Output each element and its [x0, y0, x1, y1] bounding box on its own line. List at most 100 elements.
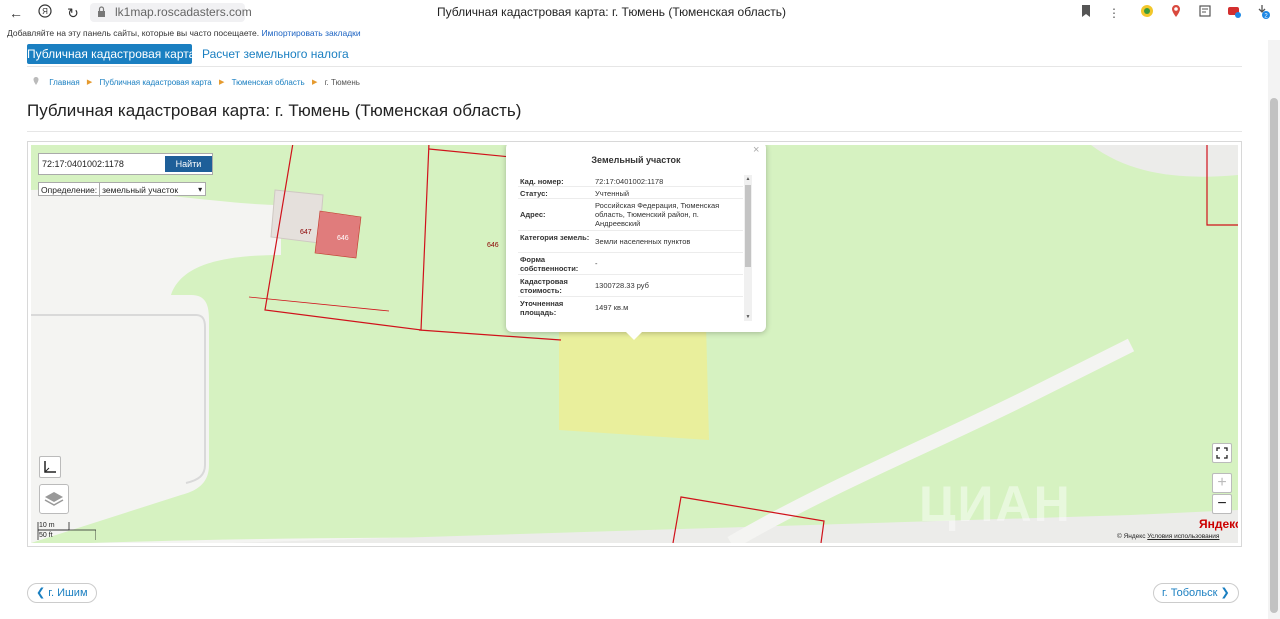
next-city-button[interactable]: г. Тобольск ❯ [1153, 583, 1239, 603]
detail-row: Статус: Учтенный [518, 187, 743, 199]
reload-icon[interactable]: ↻ [64, 4, 82, 22]
search-button[interactable]: Найти [165, 156, 212, 172]
detail-row: Уточненная площадь: 1497 кв.м [518, 297, 743, 319]
bookmarks-bar: Добавляйте на эту панель сайты, которые … [0, 26, 1280, 40]
map-container: ЦИАН 647 646 646 Найти Определение:земел… [27, 141, 1242, 547]
divider [27, 66, 1242, 67]
page-title: Публичная кадастровая карта: г. Тюмень (… [27, 101, 522, 120]
zoom-in-button[interactable]: + [1212, 473, 1232, 493]
layers-icon [44, 492, 64, 506]
breadcrumb-region[interactable]: Тюменская область [232, 77, 305, 89]
url-text[interactable]: lk1map.roscadasters.com [115, 5, 252, 19]
prev-city-button[interactable]: ❮ г. Ишим [27, 583, 97, 603]
detail-value: Учтенный [595, 189, 630, 198]
extension-smile-icon[interactable] [1138, 4, 1156, 22]
cian-watermark: ЦИАН [919, 476, 1072, 532]
definition-select[interactable]: земельный участок ▾ [99, 183, 205, 197]
lock-icon [98, 6, 105, 17]
menu-dots-icon[interactable]: ⋮ [1105, 4, 1123, 22]
fullscreen-button[interactable] [1212, 443, 1232, 463]
cadastral-search-bar: Найти [38, 153, 213, 175]
zoom-out-button[interactable]: − [1212, 494, 1232, 514]
detail-value: 1300728.33 руб [595, 281, 649, 290]
fullscreen-icon [1216, 447, 1228, 459]
back-arrow-icon[interactable]: ← [7, 4, 25, 22]
chevron-right-icon: ❯ [1220, 587, 1230, 599]
extension-pin-icon[interactable] [1167, 4, 1185, 22]
detail-row: Адрес: Российская Федерация, Тюменская о… [518, 199, 743, 231]
yandex-logo[interactable]: Яндекс [1199, 517, 1238, 531]
map-scale: 10 m 50 ft [36, 522, 96, 540]
detail-row: Кад. номер: 72:17:0401002:1178 [518, 175, 743, 187]
tab-land-tax[interactable]: Расчет земельного налога [202, 44, 349, 64]
breadcrumb-arrow-icon: ▶ [311, 79, 318, 86]
breadcrumb-arrow-icon: ▶ [218, 79, 225, 86]
detail-key: Кадастровая стоимость: [520, 277, 568, 295]
popup-title: Земельный участок [591, 155, 681, 165]
scroll-down-icon[interactable]: ▼ [744, 314, 752, 320]
breadcrumb-cadastral-map[interactable]: Публичная кадастровая карта [100, 77, 212, 89]
detail-value: 72:17:0401002:1178 [595, 177, 664, 186]
terms-link[interactable]: Условия использования [1147, 533, 1219, 540]
cadastral-map[interactable]: ЦИАН 647 646 646 Найти Определение:земел… [31, 145, 1238, 543]
breadcrumb-arrow-icon: ▶ [86, 79, 93, 86]
downloads-icon[interactable]: 2 [1254, 4, 1272, 22]
popup-scroll-thumb[interactable] [745, 185, 751, 267]
detail-value: Российская Федерация, Тюменская область,… [595, 201, 720, 228]
next-city-label: г. Тобольск [1162, 587, 1218, 599]
detail-key: Категория земель: [520, 233, 590, 242]
bookmark-icon[interactable] [1077, 4, 1095, 22]
tab-title: Публичная кадастровая карта: г. Тюмень (… [437, 5, 786, 19]
popup-tail [625, 331, 643, 340]
prev-city-label: г. Ишим [48, 587, 88, 599]
definition-label: Определение: [41, 185, 98, 195]
detail-value: Земли населенных пунктов [595, 237, 691, 246]
import-bookmarks-link[interactable]: Импортировать закладки [262, 28, 361, 38]
tab-cadastral-map[interactable]: Публичная кадастровая карта [27, 44, 195, 64]
parcel-border [248, 296, 390, 312]
breadcrumb-current: г. Тюмень [324, 78, 360, 87]
yandex-browser-icon[interactable]: Я [36, 4, 54, 22]
definition-row: Определение: земельный участок ▾ [38, 182, 207, 197]
cadastral-number-input[interactable] [42, 156, 164, 172]
detail-key: Адрес: [520, 210, 546, 219]
selected-parcel[interactable] [559, 323, 709, 440]
breadcrumb: Главная ▶ Публичная кадастровая карта ▶ … [33, 77, 360, 89]
location-pin-icon [33, 77, 39, 86]
parcel-info-popup: × Земельный участок Кад. номер: 72:17:04… [506, 145, 766, 340]
popup-scrollbar[interactable]: ▲ ▼ [744, 175, 752, 321]
detail-value: - [595, 259, 598, 268]
yandex-copyright: © Яндекс Условия использования [1117, 533, 1219, 540]
road-area [1091, 145, 1238, 177]
chevron-left-icon: ❮ [36, 587, 46, 599]
popup-details: Кад. номер: 72:17:0401002:1178 Статус: У… [518, 175, 743, 321]
chevron-down-icon: ▾ [198, 185, 203, 194]
scale-meters: 10 m [39, 522, 55, 529]
parcel-label: 646 [337, 235, 349, 242]
parcel-label: 647 [300, 229, 312, 236]
yandex-copy-text: © Яндекс [1117, 533, 1146, 540]
layers-button[interactable] [39, 484, 69, 514]
extension-red-icon[interactable] [1225, 4, 1243, 22]
breadcrumb-home[interactable]: Главная [49, 77, 79, 89]
detail-key: Кад. номер: [520, 177, 564, 186]
building[interactable] [270, 189, 324, 244]
detail-value: 1497 кв.м [595, 303, 629, 312]
scale-feet: 50 ft [39, 532, 53, 539]
detail-row: Кадастровая стоимость: 1300728.33 руб [518, 275, 743, 297]
svg-text:Я: Я [42, 7, 48, 16]
definition-value: земельный участок [102, 185, 179, 195]
detail-row: Форма собственности: - [518, 253, 743, 275]
browser-toolbar: ← Я ↻ lk1map.roscadasters.com Публичная … [0, 0, 1280, 26]
bookmarks-hint: Добавляйте на эту панель сайты, которые … [7, 28, 260, 38]
page-scrollbar[interactable] [1268, 40, 1280, 619]
detail-row: Категория земель: Земли населенных пункт… [518, 231, 743, 253]
scroll-up-icon[interactable]: ▲ [744, 176, 752, 182]
ruler-button[interactable] [39, 456, 61, 478]
ruler-icon [44, 461, 56, 473]
divider [27, 131, 1242, 132]
page-scroll-thumb[interactable] [1270, 98, 1278, 613]
parcel-label: 646 [487, 242, 499, 249]
detail-key: Уточненная площадь: [520, 299, 564, 317]
reader-icon[interactable] [1196, 4, 1214, 22]
